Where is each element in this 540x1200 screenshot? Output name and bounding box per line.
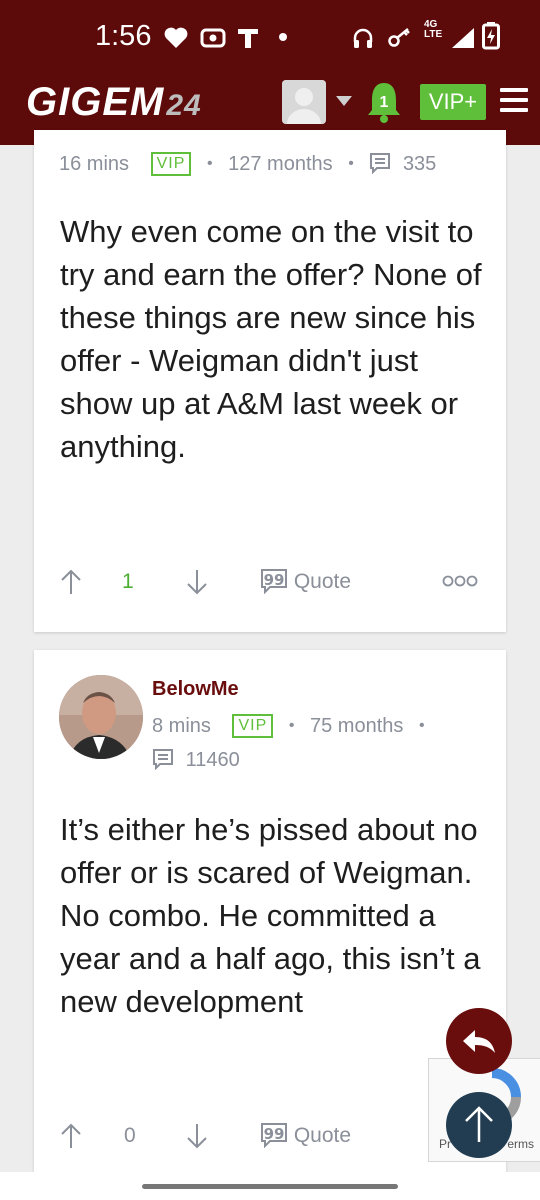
vote-count: 0 [124, 1124, 136, 1147]
user-avatar[interactable] [282, 80, 326, 124]
member-tenure: 75 months [310, 715, 404, 737]
home-indicator[interactable] [142, 1184, 398, 1189]
quote-button[interactable]: 99 Quote [260, 568, 352, 595]
more-options-icon[interactable] [442, 574, 478, 588]
scroll-to-top-button[interactable] [446, 1092, 512, 1158]
quote-icon: 99 [261, 569, 287, 595]
vote-count: 1 [122, 570, 134, 593]
svg-text:99: 99 [264, 1125, 285, 1143]
site-logo[interactable]: GIGEM24 [26, 80, 202, 125]
dot-icon [279, 33, 287, 41]
post-time: 16 mins [59, 153, 130, 175]
signal-icon [452, 28, 474, 48]
post-meta: 8 mins VIP • 75 months • [152, 714, 435, 738]
poster-avatar[interactable] [59, 675, 143, 759]
post-card: 16 mins VIP • 127 months • 335 Why even … [34, 130, 506, 632]
quote-button[interactable]: 99 Quote [260, 1122, 352, 1149]
status-time: 1:56 [95, 20, 152, 52]
battery-charging-icon [482, 22, 500, 50]
post-count: 335 [402, 153, 437, 175]
post-body: It’s either he’s pissed about no offer o… [60, 812, 481, 1019]
member-tenure: 127 months [228, 153, 333, 175]
posts-count-icon [153, 749, 173, 771]
poster-username[interactable]: BelowMe [152, 678, 239, 701]
headphones-icon [353, 28, 373, 48]
heart-icon [164, 27, 188, 48]
vip-plus-button[interactable]: VIP+ [420, 84, 486, 120]
separator-dot: • [348, 155, 354, 172]
separator-dot: • [418, 717, 425, 734]
post-actions: 0 99 Quote [60, 1120, 490, 1154]
radio-icon [200, 28, 226, 48]
logo-number: 24 [166, 89, 202, 122]
quote-icon: 99 [261, 1123, 287, 1149]
quote-label: Quote [293, 570, 352, 593]
menu-icon[interactable] [500, 88, 528, 112]
svg-text:99: 99 [264, 571, 285, 589]
arrow-up-icon [465, 1106, 493, 1142]
post-actions: 1 99 Quote [60, 566, 490, 600]
reply-arrow-icon [463, 1030, 495, 1053]
key-icon [388, 28, 410, 47]
downvote-arrow-icon[interactable] [186, 568, 208, 596]
default-avatar-icon [282, 80, 326, 124]
vip-badge: VIP [232, 714, 274, 738]
network-label: 4G LTE [424, 19, 443, 40]
separator-dot: • [206, 155, 213, 172]
post-count: 11460 [185, 749, 240, 771]
posts-count-icon [370, 153, 391, 175]
upvote-arrow-icon[interactable] [60, 568, 82, 596]
post-meta: 16 mins VIP • 127 months • 335 [59, 152, 436, 176]
brand-row: GIGEM24 1 VIP+ [0, 80, 540, 128]
post-time: 8 mins [152, 715, 211, 737]
downvote-arrow-icon[interactable] [186, 1122, 208, 1150]
app-header: 1:56 4G LTE GIGEM24 1 VIP+ [0, 0, 540, 145]
reply-button[interactable] [446, 1008, 512, 1074]
vip-badge: VIP [150, 152, 192, 176]
chevron-down-icon[interactable] [336, 96, 352, 106]
t-mobile-icon [238, 29, 258, 48]
notification-count: 1 [380, 94, 389, 111]
logo-text: GIGEM [26, 80, 165, 124]
post-body: Why even come on the visit to try and ea… [60, 214, 482, 464]
notification-bell-icon[interactable]: 1 [364, 80, 404, 124]
quote-label: Quote [293, 1124, 352, 1147]
poster-photo [59, 675, 143, 759]
separator-dot: • [288, 717, 295, 734]
upvote-arrow-icon[interactable] [60, 1122, 82, 1150]
status-bar: 1:56 4G LTE [0, 18, 540, 58]
post-count-row: 11460 [152, 748, 240, 772]
